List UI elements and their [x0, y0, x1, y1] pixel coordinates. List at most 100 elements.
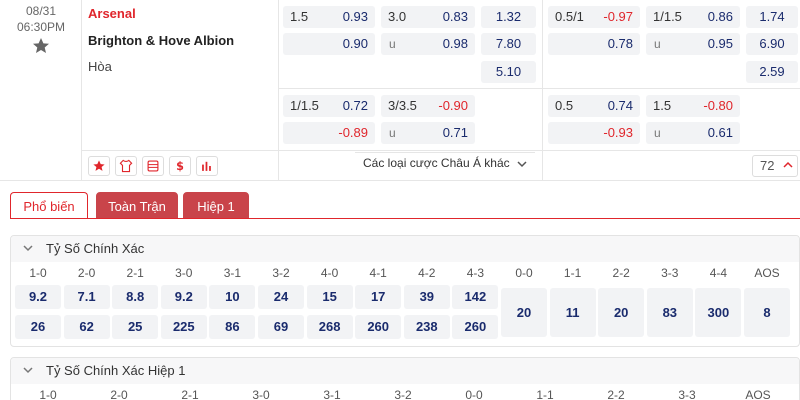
market-count: 72	[760, 158, 775, 173]
more-asian-bets-toggle[interactable]: Các loại cược Châu Á khác	[355, 152, 535, 174]
alt-h1-ou-under-odds[interactable]: u 0.61	[646, 122, 740, 144]
ou-over-odds[interactable]: 3.0 0.83	[381, 6, 475, 28]
score-header: 4-0	[320, 266, 339, 280]
draw-label: Hòa	[88, 59, 112, 74]
h1-1x2-draw-odds[interactable]: 2.59	[746, 61, 798, 83]
score-odd-draw[interactable]: 8	[744, 288, 790, 337]
hdp-home-odds[interactable]: 1.5 0.93	[283, 6, 375, 28]
more-bets-label: Các loại cược Châu Á khác	[363, 156, 510, 170]
score-header: 1-1	[536, 388, 554, 400]
score-odd-draw[interactable]: 20	[598, 288, 645, 337]
score-header: 0-0	[515, 266, 533, 280]
score-header: 1-1	[563, 266, 582, 280]
score-odd-home[interactable]: 10	[209, 285, 256, 309]
column-divider	[542, 0, 543, 180]
h1-1x2-away-odds[interactable]: 6.90	[746, 33, 798, 55]
score-odd-home[interactable]: 39	[403, 285, 450, 309]
1x2-away-odds[interactable]: 7.80	[481, 33, 536, 55]
score-odd-draw[interactable]: 20	[501, 288, 547, 337]
score-odd-home[interactable]: 8.8	[112, 285, 159, 309]
score-header: 3-2	[394, 388, 412, 400]
score-header: 0-0	[465, 388, 483, 400]
score-header: 1-0	[39, 388, 57, 400]
tab-first-half[interactable]: Hiệp 1	[183, 192, 249, 219]
score-odd-home[interactable]: 9.2	[160, 285, 207, 309]
score-header: 4-1	[369, 266, 387, 280]
ou-under-odds[interactable]: u 0.98	[381, 33, 475, 55]
score-header: 4-4	[709, 266, 728, 280]
score-header: 1-0	[29, 266, 47, 280]
score-header: 2-1	[126, 266, 144, 280]
score-odd-away[interactable]: 62	[63, 315, 110, 339]
alt-h1-hdp-away-odds[interactable]: -0.93	[548, 122, 640, 144]
score-header: 2-2	[607, 388, 625, 400]
1x2-draw-odds[interactable]: 5.10	[481, 61, 536, 83]
score-odd-home[interactable]: 7.1	[63, 285, 110, 309]
favorite-star-icon[interactable]	[31, 36, 51, 56]
score-header: 2-0	[110, 388, 128, 400]
score-odd-away[interactable]: 260	[452, 315, 499, 339]
h1-ou-over-odds[interactable]: 1/1.5 0.86	[646, 6, 740, 28]
score-odd-away[interactable]: 69	[258, 315, 304, 339]
score-odd-away[interactable]: 25	[112, 315, 159, 339]
score-header: 2-1	[181, 388, 199, 400]
column-divider	[278, 0, 279, 180]
h1-1x2-home-odds[interactable]: 1.74	[746, 6, 798, 28]
h1-ou-under-odds[interactable]: u 0.95	[646, 33, 740, 55]
tab-popular[interactable]: Phổ biến	[10, 192, 88, 219]
score-odd-away[interactable]: 86	[209, 315, 256, 339]
score-odd-home[interactable]: 15	[306, 285, 353, 309]
score-odd-away[interactable]: 238	[403, 315, 450, 339]
score-odd-away[interactable]: 268	[306, 315, 353, 339]
score-odd-draw[interactable]: 83	[646, 288, 693, 337]
jersey-icon[interactable]	[115, 156, 137, 176]
h1-hdp-home-odds[interactable]: 0.5/1 -0.97	[548, 6, 640, 28]
alt-h1-ou-over-odds[interactable]: 1.5 -0.80	[646, 95, 740, 117]
correct-score-title: Tỷ Số Chính Xác	[46, 241, 145, 256]
row-divider	[82, 150, 800, 151]
match-time: 06:30PM	[16, 20, 66, 34]
alt-ou-under-odds[interactable]: u 0.71	[381, 122, 475, 144]
chevron-down-icon	[23, 245, 33, 252]
row-divider	[278, 88, 800, 89]
stats-icon[interactable]	[142, 156, 164, 176]
dollar-icon[interactable]: $	[169, 156, 191, 176]
score-odd-home[interactable]: 24	[258, 285, 304, 309]
score-odd-draw[interactable]: 11	[549, 288, 596, 337]
score-odd-home[interactable]: 9.2	[15, 285, 61, 309]
score-odd-away[interactable]: 26	[15, 315, 61, 339]
correct-score-panel: Tỷ Số Chính Xác 1-0 2-0 2-1 3-0 3-1 3-2 4-0 4-1…	[10, 235, 800, 347]
chevron-down-icon	[23, 367, 33, 374]
score-odd-draw[interactable]: 300	[695, 288, 742, 337]
chevron-down-icon	[517, 161, 527, 167]
alt-hdp-home-odds[interactable]: 1/1.5 0.72	[283, 95, 375, 117]
score-header: 3-3	[678, 388, 696, 400]
correct-score-h1-header[interactable]: Tỷ Số Chính Xác Hiệp 1	[11, 358, 799, 384]
1x2-home-odds[interactable]: 1.32	[481, 6, 536, 28]
home-team-name[interactable]: Arsenal	[88, 6, 136, 21]
score-odd-away[interactable]: 260	[355, 315, 402, 339]
score-header: 4-3	[466, 266, 485, 280]
score-odd-home[interactable]: 142	[452, 285, 499, 309]
chart-icon[interactable]	[196, 156, 218, 176]
score-header: 3-0	[175, 266, 193, 280]
score-header: 2-2	[612, 266, 630, 280]
alt-ou-over-odds[interactable]: 3/3.5 -0.90	[381, 95, 475, 117]
tab-full-match[interactable]: Toàn Trận	[96, 192, 178, 219]
away-team-name[interactable]: Brighton & Hove Albion	[88, 33, 234, 48]
correct-score-header[interactable]: Tỷ Số Chính Xác	[11, 236, 799, 262]
hdp-away-odds[interactable]: 0.90	[283, 33, 375, 55]
market-count-button[interactable]: 72	[752, 155, 798, 177]
score-odd-home[interactable]: 17	[355, 285, 402, 309]
match-date: 08/31	[25, 4, 57, 18]
star-icon[interactable]	[88, 156, 110, 176]
match-time-column: 08/31 06:30PM	[0, 0, 82, 180]
score-header: AOS	[745, 388, 771, 400]
chevron-up-icon	[783, 161, 793, 168]
alt-h1-hdp-home-odds[interactable]: 0.5 0.74	[548, 95, 640, 117]
h1-hdp-away-odds[interactable]: 0.78	[548, 33, 640, 55]
score-odd-away[interactable]: 225	[160, 315, 207, 339]
alt-hdp-away-odds[interactable]: -0.89	[283, 122, 375, 144]
score-header: AOS	[754, 266, 780, 280]
score-header: 2-0	[77, 266, 96, 280]
